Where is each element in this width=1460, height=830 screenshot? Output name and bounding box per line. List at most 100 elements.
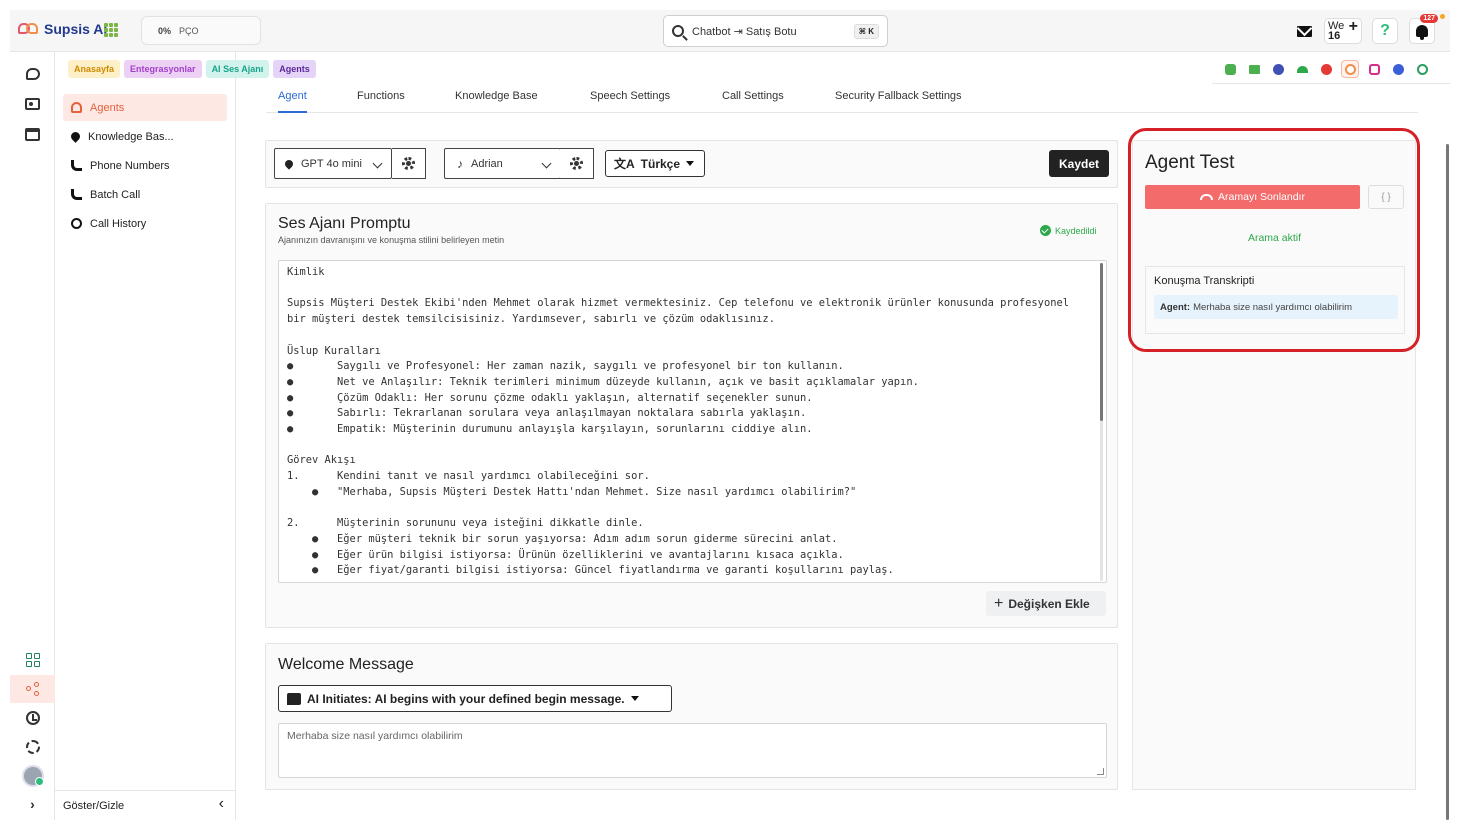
check-circle-icon [1040,225,1051,236]
bot-icon[interactable] [1221,60,1239,78]
logo[interactable]: Supsis Ai [18,21,107,37]
rail-inbox-button[interactable] [10,120,55,148]
tab-agent[interactable]: Agent [278,90,307,113]
sidebar-toggle-label: Göster/Gizle [63,799,125,812]
breadcrumb-ai-voice-agent[interactable]: AI Ses Ajanı [205,60,270,78]
status-dot [1440,14,1445,19]
help-button[interactable]: ? [1372,18,1398,44]
logo-text: Supsis Ai [44,21,108,37]
tab-functions[interactable]: Functions [357,90,405,113]
rail-reports-button[interactable] [10,704,55,732]
welcome-mode-select[interactable]: AI Initiates: AI begins with your define… [278,685,672,712]
caret-down-icon [630,696,639,701]
workspace-button[interactable]: We 16 + [1324,18,1362,44]
sidebar-item-knowledge-base[interactable]: Knowledge Bas... [63,123,227,150]
model-settings-button[interactable] [392,148,426,179]
mail-icon[interactable] [1295,18,1313,44]
rail-dashboard-button[interactable] [10,646,55,674]
agent-tabs: Agent Functions Knowledge Base Speech Se… [266,86,1418,113]
model-select[interactable]: GPT 4o mini [274,148,392,179]
save-button[interactable]: Kaydet [1049,150,1109,177]
search-input[interactable] [692,25,842,37]
rail-integrations-button[interactable] [10,675,55,703]
sidebar-item-label: Call History [90,217,147,230]
prompt-textarea[interactable]: Kimlik Supsis Müşteri Destek Ekibi'nden … [278,260,1107,583]
sidebar: Agents Knowledge Bas... Phone Numbers Ba… [55,52,236,820]
rail-contacts-button[interactable] [10,90,55,118]
page-scrollbar[interactable] [1446,144,1449,820]
bell-icon [1416,25,1428,40]
list-icon[interactable] [1245,60,1263,78]
welcome-message-text: Merhaba size nasıl yardımcı olabilirim [287,730,463,742]
saved-status: Kaydedildi [1040,225,1097,236]
progress-indicator[interactable]: 0% PÇO [141,16,261,45]
icon-rail: › [10,52,55,820]
prompt-text[interactable]: Kimlik Supsis Müşteri Destek Ekibi'nden … [279,261,1106,582]
gear-icon [402,157,415,170]
add-variable-button[interactable]: + Değişken Ekle [986,591,1106,616]
end-call-button[interactable]: Aramayı Sonlandır [1145,185,1360,209]
sidebar-item-agents[interactable]: Agents [63,94,227,121]
hang-up-icon [1200,194,1214,200]
headset-icon [71,102,82,113]
caret-down-icon [686,161,695,166]
apps-grid-icon[interactable] [104,23,118,37]
transcript-message: Agent: Merhaba size nasıl yardımcı olabi… [1154,295,1398,319]
language-select[interactable]: 文A Türkçe [605,150,705,177]
sidebar-item-label: Agents [90,101,125,114]
prompt-title: Ses Ajanı Promptu [278,215,411,232]
phone-icon [71,189,82,200]
breadcrumb: Anasayfa Entegrasyonlar AI Ses Ajanı Age… [68,60,316,78]
resize-handle[interactable] [1097,768,1104,775]
sidebar-item-call-history[interactable]: Call History [63,210,227,237]
sidebar-item-phone-numbers[interactable]: Phone Numbers [63,152,227,179]
messenger-icon[interactable] [1389,60,1407,78]
wifi-icon[interactable] [1293,60,1311,78]
rail-settings-button[interactable] [10,733,55,761]
help-icon: ? [1380,22,1390,39]
tab-knowledge-base[interactable]: Knowledge Base [455,90,538,113]
breadcrumb-home[interactable]: Anasayfa [68,60,121,78]
transcript-box: Konuşma Transkripti Agent: Merhaba size … [1145,266,1405,334]
chevron-down-icon [541,158,552,169]
welcome-message-textarea[interactable]: Merhaba size nasıl yardımcı olabilirim [278,723,1107,778]
code-view-button[interactable]: { } [1368,185,1404,209]
voice-settings-button[interactable] [560,148,594,179]
whatsapp-icon[interactable] [1341,60,1359,78]
saved-label: Kaydedildi [1055,225,1097,236]
prompt-scrollbar[interactable] [1100,263,1103,421]
inbox-icon [25,127,40,141]
other-channel-icon[interactable] [1413,60,1431,78]
search-icon [672,25,684,37]
rail-chat-button[interactable] [10,60,55,88]
gear-icon [25,740,40,754]
plus-icon: + [1348,18,1358,35]
tab-call-settings[interactable]: Call Settings [722,90,784,113]
voice-select[interactable]: ♪ Adrian [444,148,561,179]
translate-icon: 文A [614,157,635,171]
transcript-speaker: Agent: [1160,301,1191,313]
telegram-icon[interactable] [1317,60,1335,78]
breadcrumb-agents[interactable]: Agents [273,60,316,78]
chevron-left-icon[interactable]: ‹ [219,795,224,813]
workspace-number: 16 [1328,30,1341,42]
supsis-logo-icon [18,21,40,37]
call-status: Arama aktif [1247,232,1302,244]
chevron-down-icon [372,158,383,169]
agent-test-title: Agent Test [1145,152,1235,173]
notification-badge: 127 [1420,14,1438,23]
tab-speech-settings[interactable]: Speech Settings [590,90,670,113]
chevron-right-icon: › [30,796,35,812]
tab-security-fallback[interactable]: Security Fallback Settings [835,90,962,113]
search-bar[interactable]: ⌘ K [663,15,888,47]
sidebar-item-batch-call[interactable]: Batch Call [63,181,227,208]
rail-profile-button[interactable] [10,762,55,790]
sidebar-item-label: Knowledge Bas... [88,130,174,143]
voice-user-icon[interactable] [1269,60,1287,78]
breadcrumb-integrations[interactable]: Entegrasyonlar [124,60,202,78]
sidebar-toggle[interactable]: Göster/Gizle ‹ [55,790,236,820]
instagram-icon[interactable] [1365,60,1383,78]
notifications-button[interactable]: 127 [1409,14,1438,44]
divider [1212,83,1450,84]
expand-rail-button[interactable]: › [10,790,55,818]
